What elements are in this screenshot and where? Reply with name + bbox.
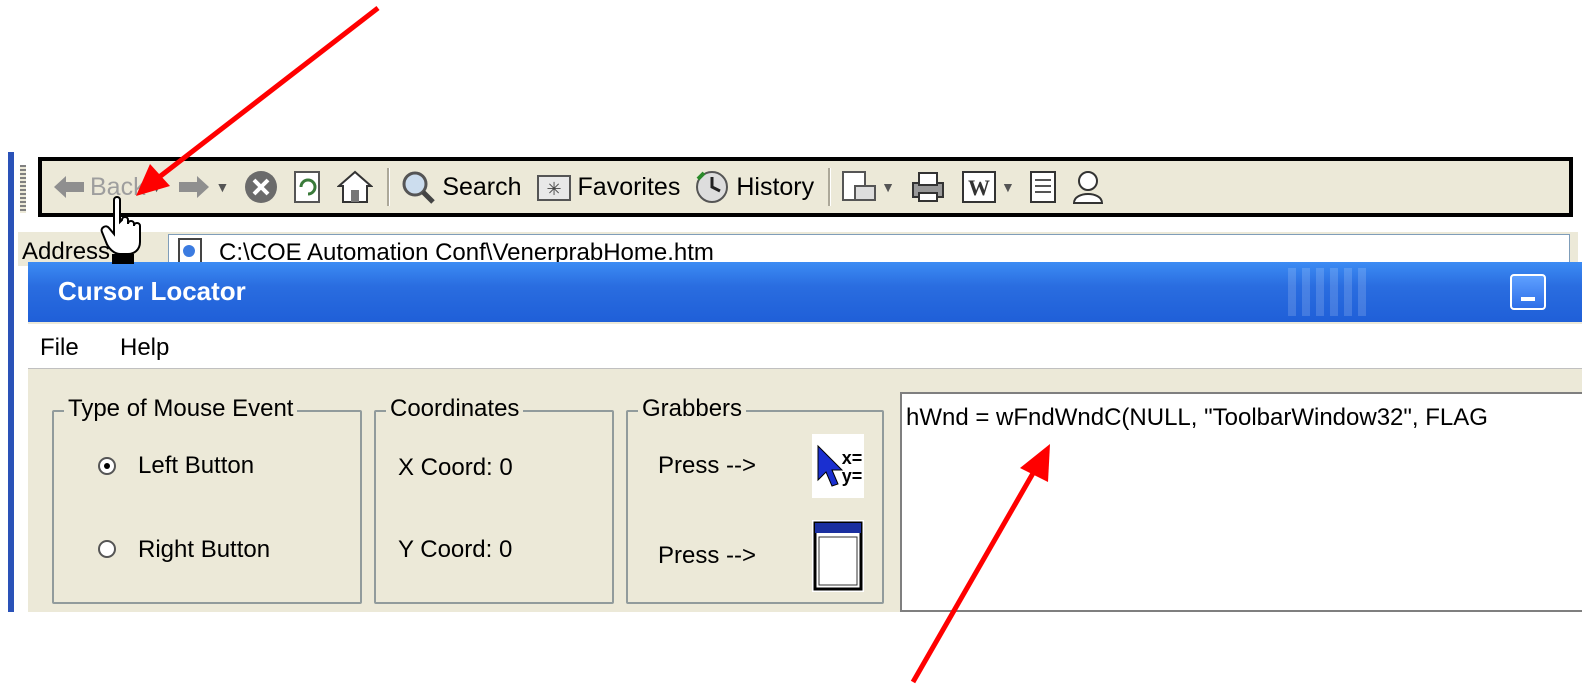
document-icon: [1029, 170, 1057, 204]
mouse-event-group: Type of Mouse Event Left Button Right Bu…: [52, 395, 362, 604]
coordinates-label: Coordinates: [386, 395, 524, 423]
title-bar[interactable]: Cursor Locator: [28, 262, 1582, 322]
mouse-event-label: Type of Mouse Event: [64, 395, 298, 423]
menu-file[interactable]: File: [40, 334, 79, 362]
window-grabber-button[interactable]: [812, 520, 864, 592]
discuss-button[interactable]: [1029, 170, 1057, 204]
stop-icon: [243, 169, 279, 205]
word-icon: W: [961, 170, 997, 204]
window-title: Cursor Locator: [58, 276, 246, 306]
svg-text:✳: ✳: [546, 179, 561, 199]
stop-button[interactable]: [243, 169, 279, 205]
cursor-locator-window: Cursor Locator File Help Type of Mouse E…: [28, 262, 1582, 612]
x-coord-value: X Coord: 0: [398, 454, 513, 481]
search-label: Search: [442, 172, 522, 201]
svg-text:x=: x=: [842, 448, 863, 468]
refresh-icon: [293, 170, 323, 204]
window-icon: [813, 521, 863, 591]
forward-arrow-icon: [177, 174, 211, 200]
cursor-xy-icon: x= y=: [817, 444, 863, 487]
forward-button[interactable]: ▼: [177, 174, 229, 200]
press-label-1: Press -->: [658, 452, 757, 479]
hand-cursor-icon: [100, 196, 146, 271]
annotation-arrow-back: [156, 6, 380, 180]
search-button[interactable]: Search: [400, 169, 522, 205]
history-button[interactable]: History: [694, 169, 814, 205]
favorites-button[interactable]: ✳ Favorites: [536, 172, 681, 202]
right-button-radio[interactable]: [98, 540, 116, 558]
search-icon: [400, 169, 436, 205]
svg-text:y=: y=: [842, 466, 863, 486]
mail-button[interactable]: ▼: [841, 170, 895, 204]
home-icon: [337, 170, 374, 204]
mail-dropdown-icon[interactable]: ▼: [881, 179, 895, 195]
forward-dropdown-icon[interactable]: ▼: [215, 179, 229, 195]
toolbar-separator: [828, 168, 832, 206]
left-button-label[interactable]: Left Button: [138, 452, 254, 480]
refresh-button[interactable]: [293, 170, 323, 204]
svg-text:W: W: [968, 175, 990, 200]
edit-dropdown-icon[interactable]: ▼: [1001, 179, 1015, 195]
back-dropdown-icon[interactable]: ▼: [150, 179, 164, 195]
print-icon: [909, 171, 947, 203]
press-label-2: Press -->: [658, 542, 757, 569]
menu-bar: File Help: [28, 324, 1582, 369]
print-button[interactable]: [909, 171, 947, 203]
history-label: History: [736, 172, 815, 201]
user-icon: [1071, 169, 1105, 205]
favorites-icon: ✳: [536, 172, 572, 202]
left-button-radio[interactable]: [98, 457, 116, 475]
ie-toolbar: Back ▼ ▼ Search ✳ Favorites History ▼ W …: [38, 157, 1573, 217]
toolbar-grip[interactable]: [20, 165, 26, 213]
favorites-label: Favorites: [577, 172, 681, 201]
back-arrow-icon: [52, 174, 86, 200]
history-icon: [694, 169, 730, 205]
messenger-button[interactable]: [1071, 169, 1105, 205]
coordinates-group: Coordinates X Coord: 0 Y Coord: 0: [374, 395, 614, 604]
toolbar-separator: [387, 168, 391, 206]
output-textarea[interactable]: hWnd = wFndWndC(NULL, "ToolbarWindow32",…: [900, 392, 1582, 612]
y-coord-value: Y Coord: 0: [398, 536, 513, 563]
grabbers-label: Grabbers: [638, 395, 747, 423]
home-button[interactable]: [337, 170, 374, 204]
output-text: hWnd = wFndWndC(NULL, "ToolbarWindow32",…: [906, 404, 1488, 431]
mail-icon: [841, 170, 877, 204]
grabbers-group: Grabbers Press --> x= y= Press -->: [626, 395, 884, 604]
right-button-label[interactable]: Right Button: [138, 536, 270, 564]
address-bar: Address C:\COE Automation Conf\Venerprab…: [18, 232, 1578, 268]
edit-word-button[interactable]: W ▼: [961, 170, 1015, 204]
titlebar-pattern: [1288, 268, 1368, 316]
minimize-button[interactable]: [1510, 274, 1546, 310]
menu-help[interactable]: Help: [120, 334, 169, 362]
coordinate-grabber-button[interactable]: x= y=: [812, 434, 864, 498]
browser-left-border: [8, 152, 14, 612]
